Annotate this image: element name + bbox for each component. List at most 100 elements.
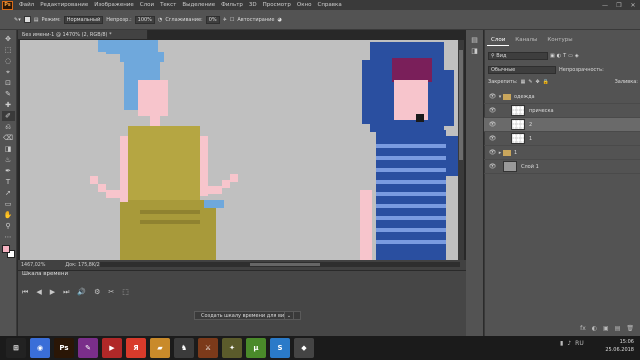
clock[interactable]: 15:06 25.06.2018 <box>605 338 634 354</box>
horizontal-scroll-thumb[interactable] <box>250 263 320 266</box>
marquee-tool-icon[interactable]: ⬚ <box>2 45 15 55</box>
history-icon[interactable]: ▤ <box>471 36 478 44</box>
layer-row-2[interactable]: 👁 2 <box>484 118 640 132</box>
first-frame-icon[interactable]: ⏮ <box>22 288 28 297</box>
layer-row-clothes[interactable]: 👁 ▾ одежда <box>484 90 640 104</box>
brush-size-swatch[interactable] <box>23 16 31 23</box>
menu-file[interactable]: Файл <box>16 2 37 8</box>
menu-edit[interactable]: Редактирование <box>37 2 91 8</box>
properties-icon[interactable]: ◨ <box>471 47 478 55</box>
paint-icon[interactable]: ✎ <box>78 338 98 358</box>
flow-field[interactable]: 0% <box>205 15 220 24</box>
healing-tool-icon[interactable]: ✚ <box>2 100 15 110</box>
layer-row-hair[interactable]: 👁 прическа <box>484 104 640 118</box>
document-tab[interactable]: Без имени-1 @ 1470% (2, RGB/8) * <box>18 30 148 39</box>
yandex-icon[interactable]: Я <box>126 338 146 358</box>
eye-icon[interactable]: 👁 <box>488 149 497 156</box>
hand-tool-icon[interactable]: ✋ <box>2 210 15 220</box>
vertical-scroll-thumb[interactable] <box>459 50 463 160</box>
transition-icon[interactable]: ⬚ <box>122 288 129 297</box>
menu-layers[interactable]: Слои <box>137 2 157 8</box>
menu-select[interactable]: Выделение <box>179 2 218 8</box>
filter-smart-icon[interactable]: ◈ <box>575 53 579 59</box>
next-frame-icon[interactable]: ⏭ <box>63 288 69 297</box>
zoom-status[interactable]: 1467,02% <box>21 263 45 268</box>
folder-icon[interactable]: ▰ <box>150 338 170 358</box>
close-icon[interactable]: ✕ <box>626 2 640 9</box>
eye-icon[interactable]: 👁 <box>488 163 497 170</box>
lock-move-icon[interactable]: ✥ <box>536 79 540 85</box>
audio-icon[interactable]: 🔊 <box>77 288 86 297</box>
split-icon[interactable]: ✂ <box>108 288 114 297</box>
lock-pixels-icon[interactable]: ▦ <box>521 79 526 85</box>
chrome-icon[interactable]: ◉ <box>30 338 50 358</box>
move-tool-icon[interactable]: ✥ <box>2 34 15 44</box>
airbrush-icon[interactable]: ✈ <box>223 17 227 23</box>
type-tool-icon[interactable]: T <box>2 177 15 187</box>
shape-tool-icon[interactable]: ▭ <box>2 199 15 209</box>
clone-tool-icon[interactable]: ⎌ <box>2 122 15 132</box>
color-swatches[interactable] <box>1 245 15 258</box>
adjustment-icon[interactable]: ◐ <box>592 325 597 332</box>
game2-icon[interactable]: ⚔ <box>198 338 218 358</box>
path-select-tool-icon[interactable]: ➚ <box>2 188 15 198</box>
pencil-tool-icon[interactable]: ✐ <box>1 111 15 121</box>
restore-icon[interactable]: ❐ <box>612 2 626 9</box>
pressure-size-icon[interactable]: ◕ <box>277 17 281 23</box>
gradient-tool-icon[interactable]: ◨ <box>2 144 15 154</box>
pen-tool-icon[interactable]: ✒ <box>2 166 15 176</box>
photoshop-icon[interactable]: Ps <box>54 338 74 358</box>
more-tools-icon[interactable]: ⋯ <box>2 232 15 242</box>
menu-help[interactable]: Справка <box>314 2 344 8</box>
burn-tool-icon[interactable]: ♨ <box>2 155 15 165</box>
filter-shape-icon[interactable]: ▭ <box>568 53 573 59</box>
volume-icon[interactable]: ♪ <box>567 340 571 347</box>
brush-panel-icon[interactable]: ▤ <box>34 17 39 23</box>
menu-filter[interactable]: Фильтр <box>218 2 246 8</box>
eye-icon[interactable]: 👁 <box>488 107 497 114</box>
settings-icon[interactable]: ⚙ <box>94 288 100 297</box>
horizontal-scrollbar[interactable] <box>100 262 460 267</box>
tab-channels[interactable]: Каналы <box>511 36 541 46</box>
game3-icon[interactable]: ✦ <box>222 338 242 358</box>
trash-icon[interactable]: 🗑 <box>626 325 634 332</box>
blend-mode-select[interactable]: Обычные <box>488 66 556 74</box>
app-icon[interactable]: ◆ <box>294 338 314 358</box>
lock-all-icon[interactable]: 🔒 <box>543 79 549 85</box>
eyedropper-tool-icon[interactable]: ✎ <box>2 89 15 99</box>
lock-paint-icon[interactable]: ✎ <box>528 79 532 85</box>
eye-icon[interactable]: 👁 <box>488 121 497 128</box>
tab-paths[interactable]: Контуры <box>543 36 576 46</box>
game-icon[interactable]: ♞ <box>174 338 194 358</box>
brush-preset-icon[interactable]: ✎▾ <box>14 17 21 23</box>
vertical-scrollbar[interactable] <box>458 40 464 260</box>
filter-adjust-icon[interactable]: ◐ <box>557 53 561 59</box>
lasso-tool-icon[interactable]: ◌ <box>2 56 15 66</box>
menu-3d[interactable]: 3D <box>246 2 260 8</box>
crop-tool-icon[interactable]: ⊡ <box>2 78 15 88</box>
network-icon[interactable]: ▮ <box>560 340 563 347</box>
foreground-color-swatch[interactable] <box>1 245 10 253</box>
language-indicator[interactable]: RU <box>575 340 584 347</box>
menu-text[interactable]: Текст <box>157 2 179 8</box>
tab-layers[interactable]: Слои <box>487 36 510 46</box>
menu-window[interactable]: Окно <box>294 2 315 8</box>
new-layer-icon[interactable]: ▤ <box>615 325 621 332</box>
layer-row-group-1[interactable]: 👁 ▸ 1 <box>484 146 640 160</box>
filter-pixel-icon[interactable]: ▣ <box>550 53 555 59</box>
mode-select[interactable]: Нормальный <box>63 15 104 24</box>
play-icon[interactable]: ▶ <box>50 288 55 297</box>
skype-icon[interactable]: S <box>270 338 290 358</box>
eraser-tool-icon[interactable]: ⌫ <box>2 133 15 143</box>
eye-icon[interactable]: 👁 <box>488 135 497 142</box>
quick-select-tool-icon[interactable]: ⌖ <box>2 67 15 77</box>
opacity-field[interactable]: 100% <box>134 15 155 24</box>
pressure-opacity-icon[interactable]: ◔ <box>158 17 162 23</box>
layer-row-1[interactable]: 👁 1 <box>484 132 640 146</box>
fx-icon[interactable]: fx <box>580 325 586 332</box>
layer-row-layer-1[interactable]: 👁 Слой 1 <box>484 160 640 174</box>
menu-view[interactable]: Просмотр <box>260 2 294 8</box>
chevron-down-icon[interactable]: ⌄ <box>284 311 294 320</box>
start-button[interactable]: ⊞ <box>6 338 26 358</box>
media-icon[interactable]: ▶ <box>102 338 122 358</box>
